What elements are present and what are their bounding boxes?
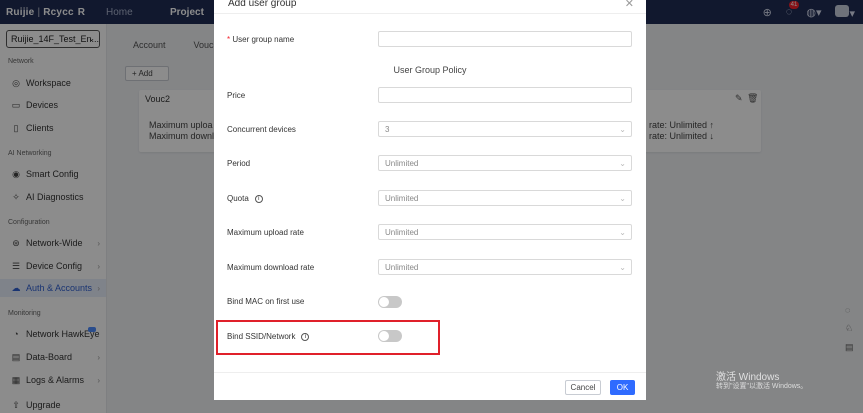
modal-footer: Cancel OK [214, 372, 646, 400]
right-float-tools: ◌ ♘ ▤ [845, 305, 859, 353]
bind-mac-toggle[interactable] [378, 296, 402, 308]
chevron-down-icon: ⌄ [619, 228, 626, 237]
chat-icon[interactable]: ◌ [845, 305, 859, 315]
bind-ssid-toggle[interactable] [378, 330, 402, 342]
cancel-button[interactable]: Cancel [565, 380, 601, 395]
clipboard-icon[interactable]: ▤ [845, 342, 859, 353]
download-rate-label: Maximum download rate [227, 263, 315, 272]
quota-label-text: Quota [227, 194, 249, 203]
upload-rate-label: Maximum upload rate [227, 228, 304, 237]
chevron-down-icon: ⌄ [619, 125, 626, 134]
period-select[interactable]: Unlimited ⌄ [378, 155, 632, 171]
price-input[interactable] [378, 87, 632, 103]
info-icon[interactable]: i [254, 194, 263, 203]
chevron-down-icon: ⌄ [619, 159, 626, 168]
upload-rate-value: Unlimited [385, 228, 419, 237]
quota-value: Unlimited [385, 194, 419, 203]
group-name-label-text: User group name [232, 35, 295, 44]
bind-ssid-label: Bind SSID/Network i [227, 332, 310, 341]
support-icon[interactable]: ♘ [845, 323, 859, 334]
group-name-label: * User group name [227, 35, 295, 44]
concurrent-devices-value: 3 [385, 125, 390, 134]
concurrent-devices-select[interactable]: 3 ⌄ [378, 121, 632, 137]
info-icon[interactable]: i [301, 332, 310, 341]
bind-ssid-label-text: Bind SSID/Network [227, 332, 296, 341]
modal-header: Add user group ✕ [214, 0, 646, 14]
download-rate-value: Unlimited [385, 263, 419, 272]
toggle-knob [379, 297, 389, 307]
bind-mac-label: Bind MAC on first use [227, 297, 305, 306]
upload-rate-select[interactable]: Unlimited ⌄ [378, 224, 632, 240]
group-name-input[interactable] [378, 31, 632, 47]
quota-label: Quota i [227, 194, 263, 203]
period-label: Period [227, 159, 251, 168]
price-label: Price [227, 91, 246, 100]
chevron-down-icon: ⌄ [619, 194, 626, 203]
activation-watermark-sub: 转到"设置"以激活 Windows。 [716, 383, 808, 390]
chevron-down-icon: ⌄ [619, 263, 626, 272]
add-user-group-dialog: Add user group ✕ * User group name User … [214, 0, 646, 400]
toggle-knob [379, 331, 389, 341]
period-value: Unlimited [385, 159, 419, 168]
modal-title: Add user group [228, 0, 297, 9]
policy-section-title: User Group Policy [393, 65, 467, 75]
download-rate-select[interactable]: Unlimited ⌄ [378, 259, 632, 275]
close-icon[interactable]: ✕ [625, 0, 634, 10]
quota-select[interactable]: Unlimited ⌄ [378, 190, 632, 206]
ok-button[interactable]: OK [610, 380, 635, 395]
concurrent-devices-label: Concurrent devices [227, 125, 296, 134]
